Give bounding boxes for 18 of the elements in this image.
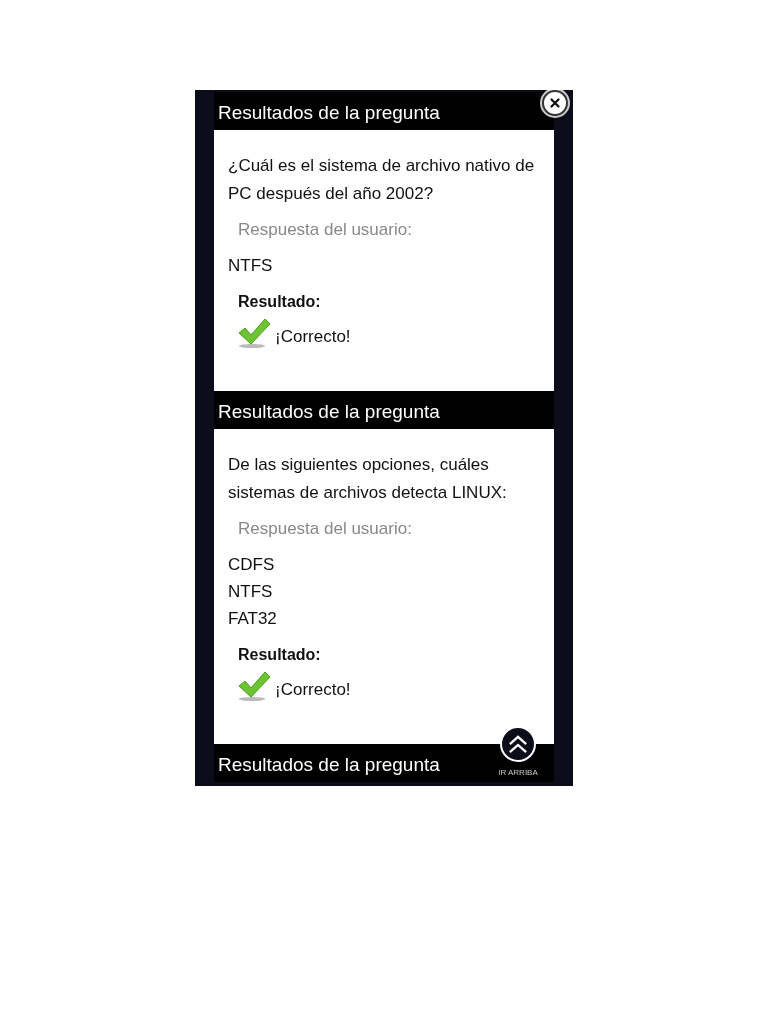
result-text: ¡Correcto! <box>275 327 351 348</box>
user-answer: NTFS <box>228 255 274 277</box>
user-answer: CDFS <box>228 554 276 576</box>
question-text: De las siguientes opciones, cuáles sistemas de archivos detecta LINUX: <box>228 454 508 504</box>
result-label: Resultado: <box>238 293 322 311</box>
answer-label: Respuesta del usuario: <box>238 519 413 539</box>
answer-label: Respuesta del usuario: <box>238 220 413 240</box>
close-button[interactable] <box>542 90 568 116</box>
double-chevron-up-icon <box>508 734 528 754</box>
scroll-top-label: IR ARRIBA <box>498 768 538 777</box>
user-answer: NTFS <box>228 581 274 603</box>
question-text: ¿Cuál es el sistema de archivo nativo de PC después del año 2002? <box>228 155 536 205</box>
result-text: ¡Correcto! <box>275 680 351 701</box>
close-icon <box>548 96 562 110</box>
result-label: Resultado: <box>238 646 322 664</box>
user-answer: FAT32 <box>228 608 278 630</box>
dialog-header: Resultados de la pregunta <box>214 92 554 130</box>
dialog-header: Resultados de la pregunta <box>214 391 554 429</box>
